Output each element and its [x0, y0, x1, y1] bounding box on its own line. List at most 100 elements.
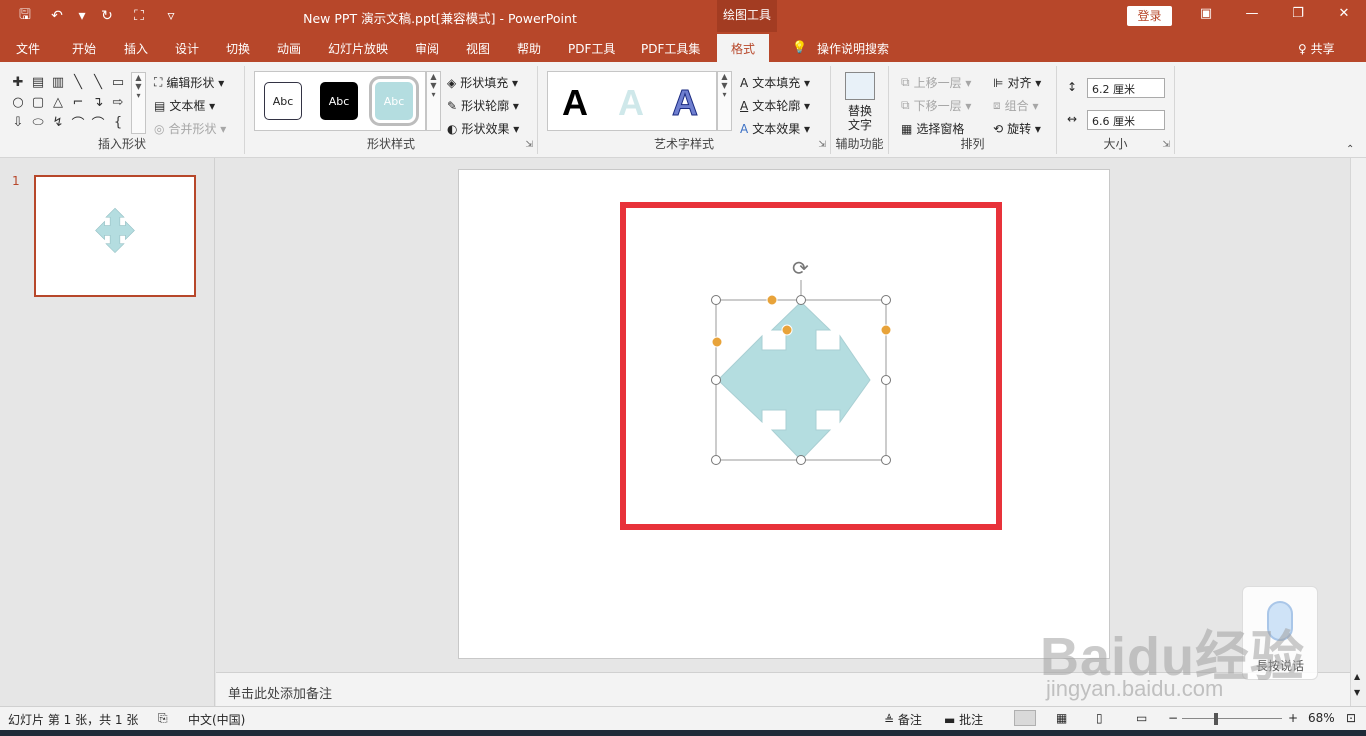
edit-shape-button[interactable]: ⛶ 编辑形状 ▾ [154, 74, 224, 91]
shape-height-field[interactable]: 6.2 厘米 [1087, 78, 1165, 98]
fit-slide-icon[interactable]: ⊡ [1346, 711, 1356, 725]
wordart-black[interactable]: A [562, 82, 588, 124]
shape-width-field[interactable]: 6.6 厘米 [1087, 110, 1165, 130]
scroll-up-icon[interactable]: ▲ [1354, 672, 1360, 681]
shape-oval-icon[interactable]: ○ [8, 92, 28, 112]
shape-effects-icon: ◐ [447, 121, 458, 136]
shape-right-arrow-icon[interactable]: ⇨ [108, 92, 128, 112]
shape-elbow-arrow-icon[interactable]: ↴ [88, 92, 108, 112]
slide-sorter-icon[interactable]: ▦ [1056, 711, 1067, 725]
zoom-slider-track[interactable] [1182, 718, 1282, 719]
shape-cross-icon[interactable]: ✚ [8, 72, 28, 92]
text-box-button[interactable]: ▤ 文本框 ▾ [154, 97, 215, 114]
shape-vertical-textbox-icon[interactable]: ▥ [48, 72, 68, 92]
tab-transitions[interactable]: 切换 [226, 40, 250, 57]
rotate-handle-icon[interactable]: ⟳ [792, 256, 809, 280]
wordart-light[interactable]: A [618, 82, 644, 124]
shape-flowchart-icon[interactable]: ⬭ [28, 112, 48, 132]
tab-review[interactable]: 审阅 [415, 40, 439, 57]
shape-styles-scroll[interactable]: ▲ ▼ ▾ [426, 71, 441, 131]
resize-handle-nw[interactable] [711, 295, 721, 305]
shape-textbox-icon[interactable]: ▤ [28, 72, 48, 92]
send-backward-button[interactable]: ⧉ 下移一层 ▾ [901, 97, 971, 114]
tab-slideshow[interactable]: 幻灯片放映 [328, 40, 388, 57]
text-outline-button[interactable]: A 文本轮廓 ▾ [740, 97, 810, 114]
tell-me-search[interactable]: 💡 操作说明搜索 [792, 40, 889, 57]
ribbon-display-options-icon[interactable]: ▣ [1194, 6, 1218, 26]
resize-handle-sw[interactable] [711, 455, 721, 465]
shape-style-outline[interactable]: Abc [264, 82, 302, 120]
bring-forward-button[interactable]: ⧉ 上移一层 ▾ [901, 74, 971, 91]
shape-curve-icon[interactable]: ⌒ [88, 112, 108, 132]
adjust-handle-1[interactable] [766, 294, 778, 306]
shapes-gallery-scroll[interactable]: ▲ ▼ ▾ [131, 72, 146, 134]
adjust-handle-3[interactable] [880, 324, 892, 336]
normal-view-icon[interactable] [1014, 710, 1036, 726]
lightbulb-icon: 💡 [792, 40, 807, 54]
language-status[interactable]: 中文(中国) [188, 711, 245, 728]
tab-home[interactable]: 开始 [72, 40, 96, 57]
wordart-blue[interactable]: A [672, 82, 699, 124]
shape-down-arrow-icon[interactable]: ⇩ [8, 112, 28, 132]
align-button[interactable]: ⊫ 对齐 ▾ [993, 74, 1041, 91]
tab-view[interactable]: 视图 [466, 40, 490, 57]
close-icon[interactable]: ✕ [1332, 6, 1356, 26]
tab-pdf-tools[interactable]: PDF工具 [568, 40, 615, 57]
shape-rectangle-icon[interactable]: ▭ [108, 72, 128, 92]
dialog-launcher-icon[interactable]: ⇲ [525, 140, 533, 150]
shape-fill-button[interactable]: ◈ 形状填充 ▾ [447, 74, 518, 91]
resize-handle-e[interactable] [881, 375, 891, 385]
resize-handle-ne[interactable] [881, 295, 891, 305]
resize-handle-w[interactable] [711, 375, 721, 385]
minimize-icon[interactable]: — [1240, 6, 1264, 26]
shape-outline-button[interactable]: ✎ 形状轮廓 ▾ [447, 97, 519, 114]
tab-insert[interactable]: 插入 [124, 40, 148, 57]
shape-style-light-blue[interactable]: Abc [369, 76, 419, 126]
tab-animations[interactable]: 动画 [277, 40, 301, 57]
adjust-handle-2[interactable] [781, 324, 793, 336]
resize-handle-se[interactable] [881, 455, 891, 465]
reading-view-icon[interactable]: ▯ [1096, 711, 1103, 725]
shape-lightning-icon[interactable]: ↯ [48, 112, 68, 132]
shape-style-black[interactable]: Abc [320, 82, 358, 120]
slide-thumbnail[interactable] [34, 175, 196, 297]
wordart-scroll[interactable]: ▲ ▼ ▾ [717, 71, 732, 131]
tab-pdf-toolset[interactable]: PDF工具集 [641, 40, 700, 57]
spellcheck-icon[interactable]: ⎘ [158, 711, 168, 726]
tab-help[interactable]: 帮助 [517, 40, 541, 57]
tab-file[interactable]: 文件 [16, 40, 40, 57]
notes-toggle-button[interactable]: ≜ 备注 [884, 711, 922, 728]
share-button[interactable]: ♀ 共享 [1298, 40, 1335, 57]
resize-handle-s[interactable] [796, 455, 806, 465]
alt-text-icon[interactable] [845, 72, 875, 100]
quad-arrow-shape[interactable] [717, 301, 871, 461]
zoom-slider-thumb[interactable] [1214, 713, 1218, 725]
dialog-launcher-icon[interactable]: ⇲ [818, 140, 826, 150]
vertical-scrollbar[interactable]: ▲ ▼ [1350, 158, 1366, 706]
shape-line-icon[interactable]: ╲ [68, 72, 88, 92]
alt-text-button[interactable]: 替换 文字 [831, 104, 889, 132]
scroll-down-icon[interactable]: ▼ [1354, 688, 1360, 697]
zoom-in-button[interactable]: + [1288, 711, 1298, 725]
text-fill-button[interactable]: A 文本填充 ▾ [740, 74, 810, 91]
shape-elbow-connector-icon[interactable]: ⌐ [68, 92, 88, 112]
group-button[interactable]: ⧈ 组合 ▾ [993, 97, 1038, 114]
shape-arrow-line-icon[interactable]: ╲ [88, 72, 108, 92]
login-button[interactable]: 登录 [1127, 6, 1172, 26]
tab-format[interactable]: 格式 [717, 34, 770, 62]
slideshow-view-icon[interactable]: ▭ [1136, 711, 1147, 725]
adjust-handle-4[interactable] [711, 336, 723, 348]
zoom-level[interactable]: 68% [1308, 711, 1335, 725]
shape-brace-icon[interactable]: { [108, 112, 128, 132]
collapse-ribbon-icon[interactable]: ⌃ [1346, 144, 1354, 155]
shape-triangle-icon[interactable]: △ [48, 92, 68, 112]
shape-rounded-rect-icon[interactable]: ▢ [28, 92, 48, 112]
shape-arc-icon[interactable]: ⌒ [68, 112, 88, 132]
dialog-launcher-icon[interactable]: ⇲ [1162, 140, 1170, 150]
comments-toggle-button[interactable]: ▬ 批注 [944, 711, 983, 728]
tab-design[interactable]: 设计 [175, 40, 199, 57]
zoom-out-button[interactable]: − [1168, 711, 1178, 725]
resize-handle-n[interactable] [796, 295, 806, 305]
selected-four-arrow-shape[interactable]: ⟳ [700, 250, 910, 480]
restore-icon[interactable]: ❐ [1286, 6, 1310, 26]
